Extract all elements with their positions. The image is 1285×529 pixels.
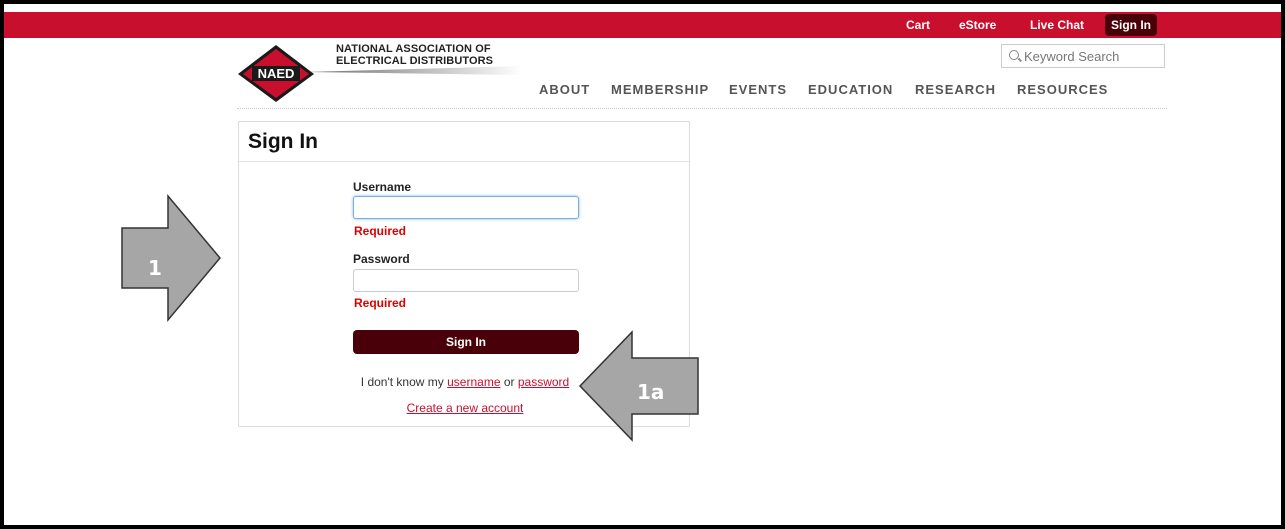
nav-resources[interactable]: RESOURCES: [1017, 82, 1108, 97]
panel-divider: [239, 161, 689, 162]
nav-research[interactable]: RESEARCH: [915, 82, 996, 97]
sign-in-button[interactable]: Sign In: [353, 330, 579, 354]
top-utility-bar: Cart eStore Live Chat Sign In: [4, 12, 1281, 38]
browser-viewport: Cart eStore Live Chat Sign In NAED NATIO…: [4, 4, 1281, 525]
forgot-password-link[interactable]: password: [518, 375, 569, 389]
org-name: NATIONAL ASSOCIATION OF ELECTRICAL DISTR…: [336, 43, 493, 67]
username-required-error: Required: [354, 224, 407, 238]
password-input[interactable]: [353, 269, 579, 292]
estore-link[interactable]: eStore: [959, 12, 996, 38]
org-name-line1: NATIONAL ASSOCIATION OF: [336, 43, 491, 55]
search-icon: [1009, 50, 1019, 60]
nav-events[interactable]: EVENTS: [729, 82, 787, 97]
password-label: Password: [353, 252, 410, 266]
callout-arrow-1-icon: [121, 194, 221, 323]
username-label: Username: [353, 180, 412, 194]
cart-link[interactable]: Cart: [906, 12, 930, 38]
keyword-search-box[interactable]: [1001, 44, 1165, 68]
nav-membership[interactable]: MEMBERSHIP: [611, 82, 709, 97]
create-account-link[interactable]: Create a new account: [407, 401, 524, 415]
forgot-or-text: or: [503, 375, 515, 389]
header-divider: [237, 108, 1167, 109]
password-required-error: Required: [354, 296, 407, 310]
live-chat-link[interactable]: Live Chat: [1030, 12, 1084, 38]
search-input[interactable]: [1024, 47, 1160, 65]
panel-title: Sign In: [248, 130, 318, 153]
sign-in-link[interactable]: Sign In: [1105, 14, 1157, 36]
logo-badge-text: NAED: [258, 66, 295, 81]
nav-about[interactable]: ABOUT: [539, 82, 590, 97]
username-input[interactable]: [353, 196, 579, 219]
nav-education[interactable]: EDUCATION: [808, 82, 893, 97]
callout-label-1: 1: [148, 256, 162, 280]
callout-label-1a: 1a: [637, 380, 665, 404]
forgot-username-link[interactable]: username: [447, 375, 500, 389]
org-name-line2: ELECTRICAL DISTRIBUTORS: [336, 55, 494, 67]
forgot-prefix-text: I don't know my: [360, 375, 444, 389]
